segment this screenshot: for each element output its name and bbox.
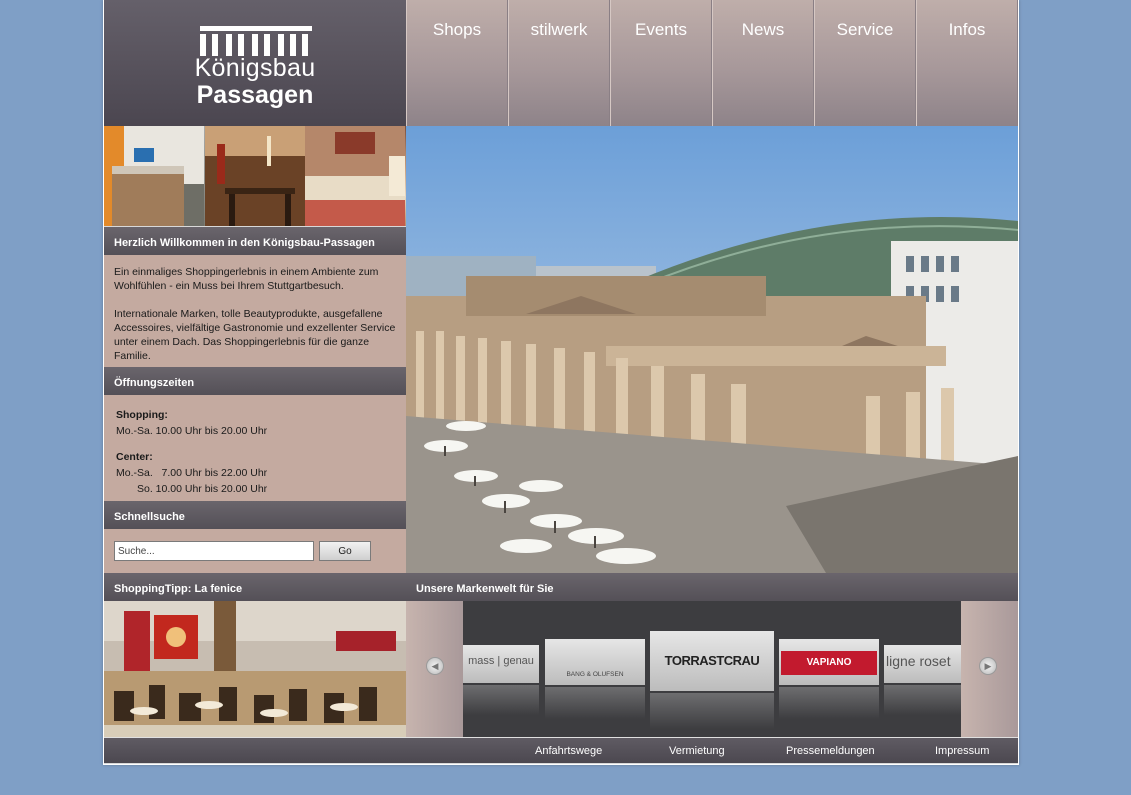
brand-logo-bangolufsen[interactable]: BANG & OLUFSEN (545, 639, 645, 685)
brand-logo-vapiano[interactable]: VAPIANO (779, 639, 879, 685)
logo-text-line2: Passagen (196, 81, 314, 109)
nav-infos[interactable]: Infos (916, 0, 1018, 126)
arrow-right-icon[interactable]: ▶ (979, 657, 997, 675)
koenigsbau-building-illustration (406, 126, 1018, 573)
center-hours-weekday: Mo.-Sa. 7.00 Uhr bis 22.00 Uhr (116, 467, 268, 479)
brand-reflection (650, 693, 774, 729)
promo-image-strip (104, 126, 407, 226)
footer-link-pressemeldungen[interactable]: Pressemeldungen (786, 745, 875, 757)
brand-reflection (779, 687, 879, 719)
carousel-left-panel: ◀ (406, 601, 463, 737)
center-hours-label: Center: (116, 451, 153, 463)
nav-events[interactable]: Events (610, 0, 712, 126)
nav-stilwerk[interactable]: stilwerk (508, 0, 610, 126)
hero-image-koenigsbau (406, 126, 1018, 573)
welcome-heading: Herzlich Willkommen in den Königsbau-Pas… (104, 227, 406, 255)
quick-search-heading: Schnellsuche (104, 501, 406, 529)
welcome-text: Ein einmaliges Shoppingerlebnis in einem… (104, 255, 406, 367)
opening-hours-box: Shopping: Mo.-Sa. 10.00 Uhr bis 20.00 Uh… (104, 395, 406, 501)
promo-image-kitchen (104, 126, 205, 226)
site-logo[interactable]: Königsbau Passagen (104, 0, 406, 126)
promo-image-bedroom (305, 126, 407, 226)
page-frame: Königsbau Passagen Shops stilwerk Events… (103, 0, 1019, 765)
brand-reflection (884, 685, 961, 715)
shopping-tip-heading: ShoppingTipp: La fenice (104, 573, 406, 601)
welcome-paragraph-2: Internationale Marken, tolle Beautyprodu… (114, 308, 396, 362)
nav-service[interactable]: Service (814, 0, 916, 126)
quick-search-box: Go (104, 529, 406, 573)
logo-text-line1: Königsbau (194, 54, 316, 82)
shopping-hours-value: Mo.-Sa. 10.00 Uhr bis 20.00 Uhr (116, 425, 268, 437)
restaurant-illustration (104, 601, 406, 737)
dining-illustration (204, 126, 305, 226)
shopping-hours-label: Shopping: (116, 409, 168, 421)
brand-reflection (545, 687, 645, 719)
brands-heading: Unsere Markenwelt für Sie (406, 573, 1018, 601)
footer-link-vermietung[interactable]: Vermietung (669, 745, 725, 757)
shopping-tip-image[interactable] (104, 601, 406, 737)
center-hours-sunday: So. 10.00 Uhr bis 20.00 Uhr (137, 483, 268, 495)
brand-carousel: ◀ mass | genau BANG & OLUFSEN TORRASTCRA… (406, 601, 1018, 737)
footer-link-anfahrtswege[interactable]: Anfahrtswege (535, 745, 602, 757)
opening-hours-heading: Öffnungszeiten (104, 367, 406, 395)
brand-strip: mass | genau BANG & OLUFSEN TORRASTCRAU … (463, 601, 961, 737)
carousel-right-panel: ▶ (961, 601, 1018, 737)
footer-link-impressum[interactable]: Impressum (935, 745, 989, 757)
arrow-left-icon[interactable]: ◀ (426, 657, 444, 675)
brand-logo-lignerose[interactable]: ligne roset (884, 645, 961, 683)
nav-shops[interactable]: Shops (406, 0, 508, 126)
search-go-button[interactable]: Go (319, 541, 371, 561)
brand-reflection (463, 685, 539, 715)
bedroom-illustration (305, 126, 406, 226)
brand-logo-torrastcrau[interactable]: TORRASTCRAU (650, 631, 774, 691)
main-navigation: Shops stilwerk Events News Service Infos (406, 0, 1018, 126)
promo-image-dining (204, 126, 306, 226)
brand-logo-massgenau[interactable]: mass | genau (463, 645, 539, 683)
nav-news[interactable]: News (712, 0, 814, 126)
kitchen-illustration (104, 126, 204, 226)
footer-bar: Anfahrtswege Vermietung Pressemeldungen … (104, 737, 1018, 763)
welcome-paragraph-1: Ein einmaliges Shoppingerlebnis in einem… (114, 266, 379, 292)
search-input[interactable] (114, 541, 314, 561)
